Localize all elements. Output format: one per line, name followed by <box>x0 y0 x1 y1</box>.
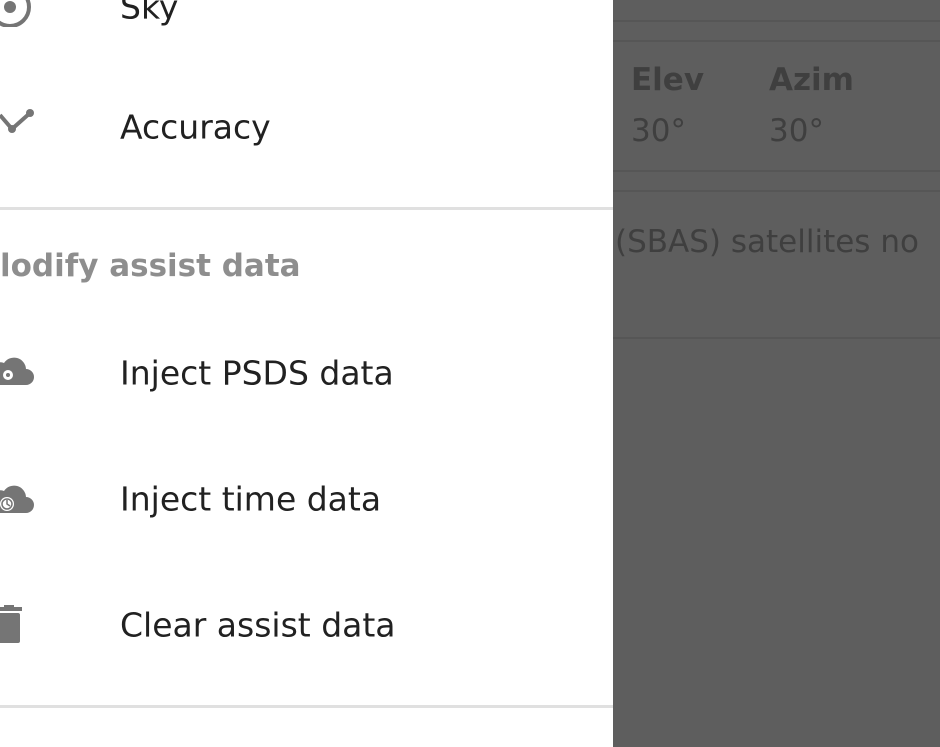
drawer-item-label: Inject time data <box>120 479 382 519</box>
cloud-clock-icon <box>0 479 40 519</box>
drawer-item-clear-assist[interactable]: Clear assist data <box>0 562 613 688</box>
row-divider <box>613 190 940 192</box>
drawer-item-label: Sky <box>120 0 179 27</box>
card-bottom-divider <box>613 337 940 339</box>
cloud-gear-icon <box>0 353 40 393</box>
drawer-item-label: Clear assist data <box>120 605 396 645</box>
drawer-item-sky[interactable]: Sky <box>0 0 613 70</box>
azim-header: Azim <box>769 62 854 98</box>
sbas-notice: (SBAS) satellites no <box>615 224 919 260</box>
drawer-item-accuracy[interactable]: Accuracy <box>0 64 613 190</box>
sky-icon <box>0 0 40 27</box>
drawer-divider <box>0 705 613 708</box>
azim-value: 30° <box>769 113 824 149</box>
trash-icon <box>0 605 40 645</box>
row-divider <box>613 170 940 172</box>
elev-value: 30° <box>631 113 686 149</box>
row-divider <box>613 40 940 42</box>
row-divider <box>613 20 940 22</box>
drawer-item-inject-psds[interactable]: Inject PSDS data <box>0 310 613 436</box>
drawer-item-label: Accuracy <box>120 107 271 147</box>
section-header-modify-assist-data: lodify assist data <box>0 248 301 284</box>
drawer-divider <box>0 207 613 210</box>
elev-header: Elev <box>631 62 705 98</box>
drawer-item-label: Inject PSDS data <box>120 353 394 393</box>
navigation-drawer: Sky Accuracy lodify assist data Inject P… <box>0 0 613 747</box>
accuracy-icon <box>0 107 40 147</box>
background-content: Elev 30° Azim 30° (SBAS) satellites no <box>613 0 940 747</box>
drawer-item-inject-time[interactable]: Inject time data <box>0 436 613 562</box>
